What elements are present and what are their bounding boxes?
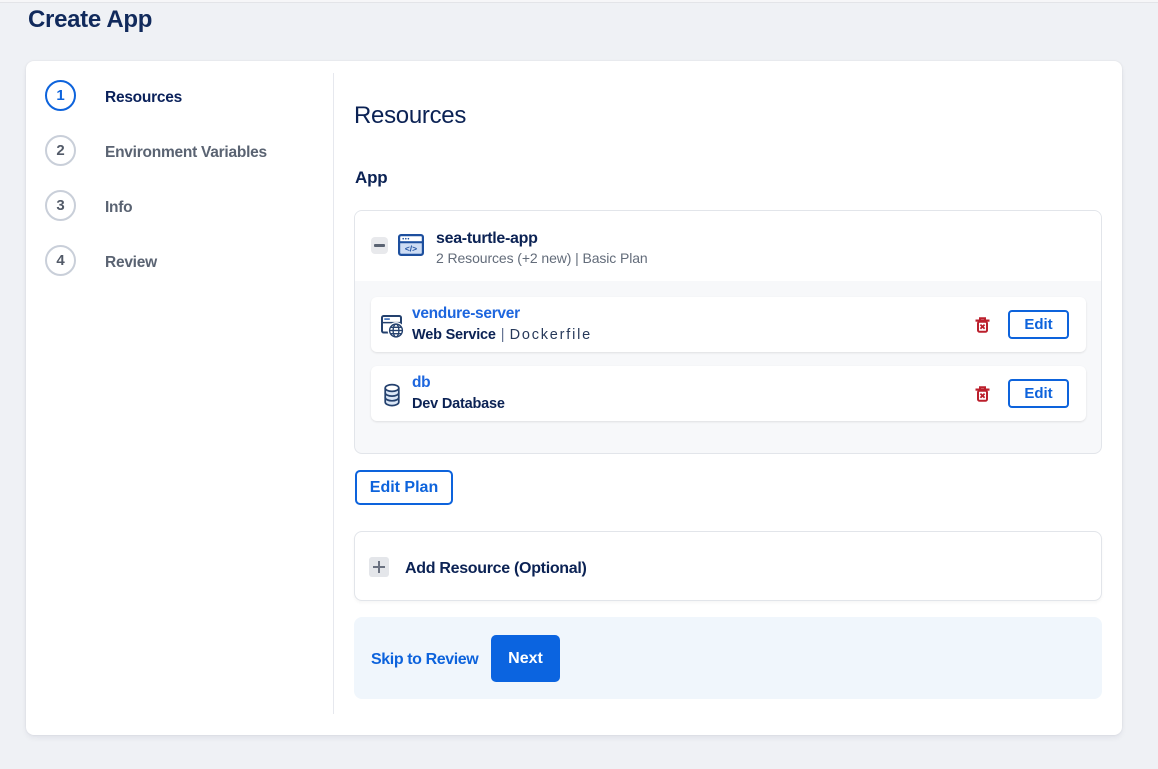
svg-text:</>: </> [405, 244, 417, 254]
